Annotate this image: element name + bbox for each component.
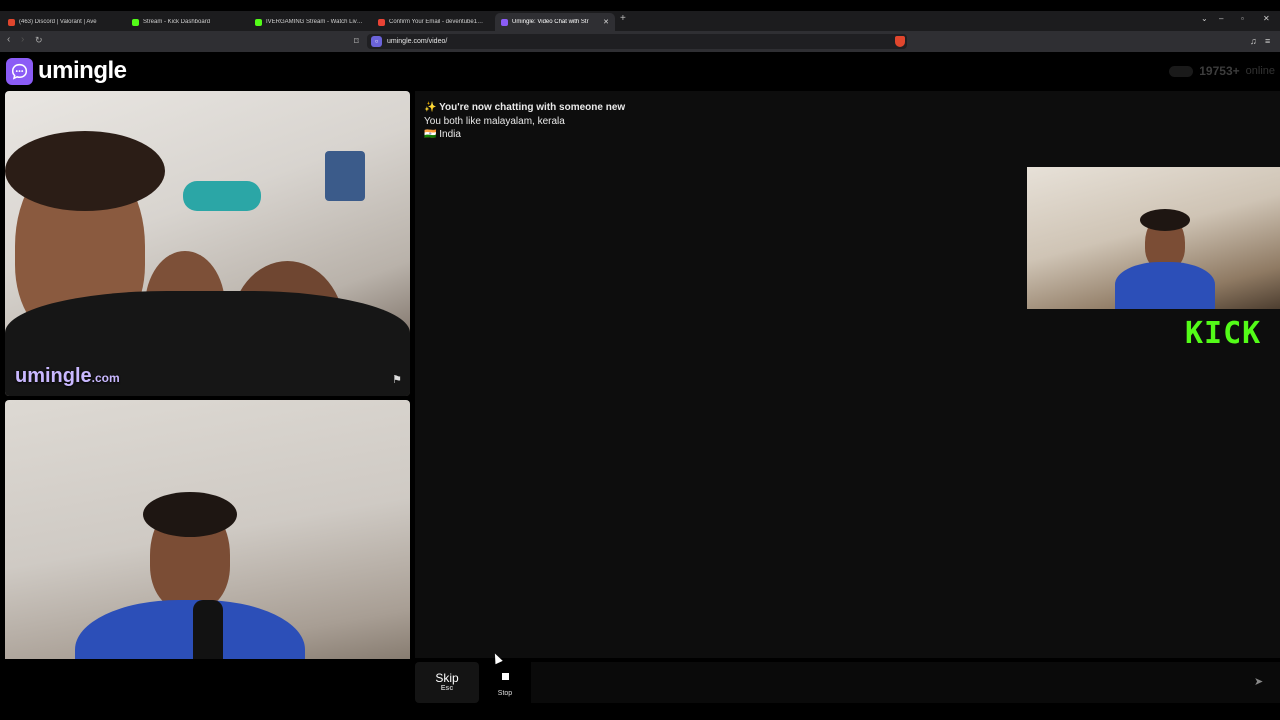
chat-message-text: You're now chatting with someone new — [439, 102, 626, 113]
send-icon[interactable]: ➤ — [1254, 675, 1263, 688]
video-prop — [183, 181, 261, 211]
tab-label: Umingle: Video Chat with Str — [512, 19, 589, 25]
tab-label: IVERGAMING Stream - Watch Live on — [266, 19, 363, 25]
umingle-favicon-icon — [501, 18, 508, 26]
bookmark-icon[interactable]: ⌑ — [354, 36, 359, 47]
video-shirt — [1115, 262, 1215, 309]
logo-text: umingle — [38, 57, 127, 84]
tab-label: (463) Discord | Valorant | Ave — [19, 19, 97, 25]
tab-gmail[interactable]: Confirm Your Email - deventube123@ — [372, 13, 492, 31]
video-hair — [143, 492, 237, 537]
chat-message-interests: You both like malayalam, kerala — [424, 116, 565, 127]
back-icon[interactable]: ‹ — [7, 34, 10, 45]
url-text[interactable]: umingle.com/video/ — [387, 38, 447, 45]
skip-shortcut: Esc — [440, 685, 454, 692]
tab-label: Confirm Your Email - deventube123@ — [389, 19, 486, 25]
media-icon[interactable]: ♫ — [1250, 36, 1257, 46]
tab-label: Stream - Kick Dashboard — [143, 19, 211, 25]
online-label: online — [1245, 65, 1275, 77]
reload-icon[interactable]: ↻ — [35, 35, 43, 46]
stranger-video: umingle.com ⚑ — [5, 91, 410, 396]
chat-bubble-icon — [6, 57, 33, 85]
online-toggle[interactable] — [1169, 65, 1194, 77]
kick-favicon-icon — [132, 18, 139, 26]
watermark-text: umingle — [15, 365, 92, 387]
tab-close-icon[interactable]: ✕ — [603, 18, 609, 26]
tab-search-chevron-icon[interactable]: ⌄ — [1201, 14, 1208, 23]
chat-message-country: 🇮🇳 India — [424, 129, 461, 140]
stop-icon — [501, 673, 509, 680]
india-flag-icon: 🇮🇳 — [424, 129, 437, 140]
site-logo[interactable]: umingle — [6, 57, 127, 85]
message-input[interactable] — [531, 662, 1280, 703]
top-strip — [0, 0, 1280, 11]
report-flag-icon[interactable]: ⚑ — [392, 373, 402, 386]
url-field[interactable]: ○ umingle.com/video/ — [367, 34, 907, 49]
window-close-icon[interactable]: ✕ — [1263, 14, 1270, 23]
tab-discord[interactable]: (463) Discord | Valorant | Ave — [2, 13, 122, 31]
chat-message-text: India — [439, 129, 461, 140]
streamer-webcam-overlay — [1027, 167, 1280, 309]
umingle-page: umingle 19753+ online umingle.com ⚑ ✨ Yo… — [0, 52, 1280, 720]
new-tab-button[interactable]: + — [620, 13, 626, 24]
chat-message-text: You both like malayalam, kerala — [424, 116, 565, 127]
tab-kick-stream[interactable]: IVERGAMING Stream - Watch Live on — [249, 13, 369, 31]
tab-bar: (463) Discord | Valorant | Ave Stream - … — [0, 11, 1280, 31]
stop-label: Stop — [497, 690, 513, 697]
tab-kick-dashboard[interactable]: Stream - Kick Dashboard — [126, 13, 246, 31]
skip-button[interactable]: Skip Esc — [415, 662, 479, 703]
tab-umingle[interactable]: Umingle: Video Chat with Str ✕ — [495, 13, 615, 31]
minimize-icon[interactable]: – — [1219, 14, 1223, 23]
restore-icon[interactable]: ▫ — [1241, 14, 1244, 23]
sparkles-icon: ✨ — [424, 102, 437, 113]
skip-label: Skip — [435, 671, 459, 685]
video-hair — [1140, 209, 1190, 231]
address-bar: ‹ › ↻ ⌑ ○ umingle.com/video/ ♫ ≡ — [0, 31, 1280, 52]
gmail-favicon-icon — [378, 18, 385, 26]
watermark-suffix: .com — [91, 371, 120, 385]
kick-favicon-icon — [255, 18, 262, 26]
menu-icon[interactable]: ≡ — [1265, 36, 1270, 46]
site-info-icon[interactable]: ○ — [371, 36, 382, 47]
stop-button[interactable]: Stop — [484, 662, 526, 703]
brave-shield-icon[interactable] — [895, 36, 905, 47]
video-prop — [325, 151, 365, 201]
umingle-watermark: umingle.com — [15, 365, 120, 388]
self-video — [5, 400, 410, 703]
forward-icon[interactable]: › — [21, 34, 24, 45]
video-hair — [5, 131, 165, 211]
kick-logo: KICK — [1185, 316, 1262, 351]
online-count: 19753+ — [1199, 64, 1240, 78]
online-counter: 19753+ online — [1169, 64, 1275, 78]
discord-favicon-icon — [8, 18, 15, 26]
chat-message-new-stranger: ✨ You're now chatting with someone new — [424, 102, 625, 113]
